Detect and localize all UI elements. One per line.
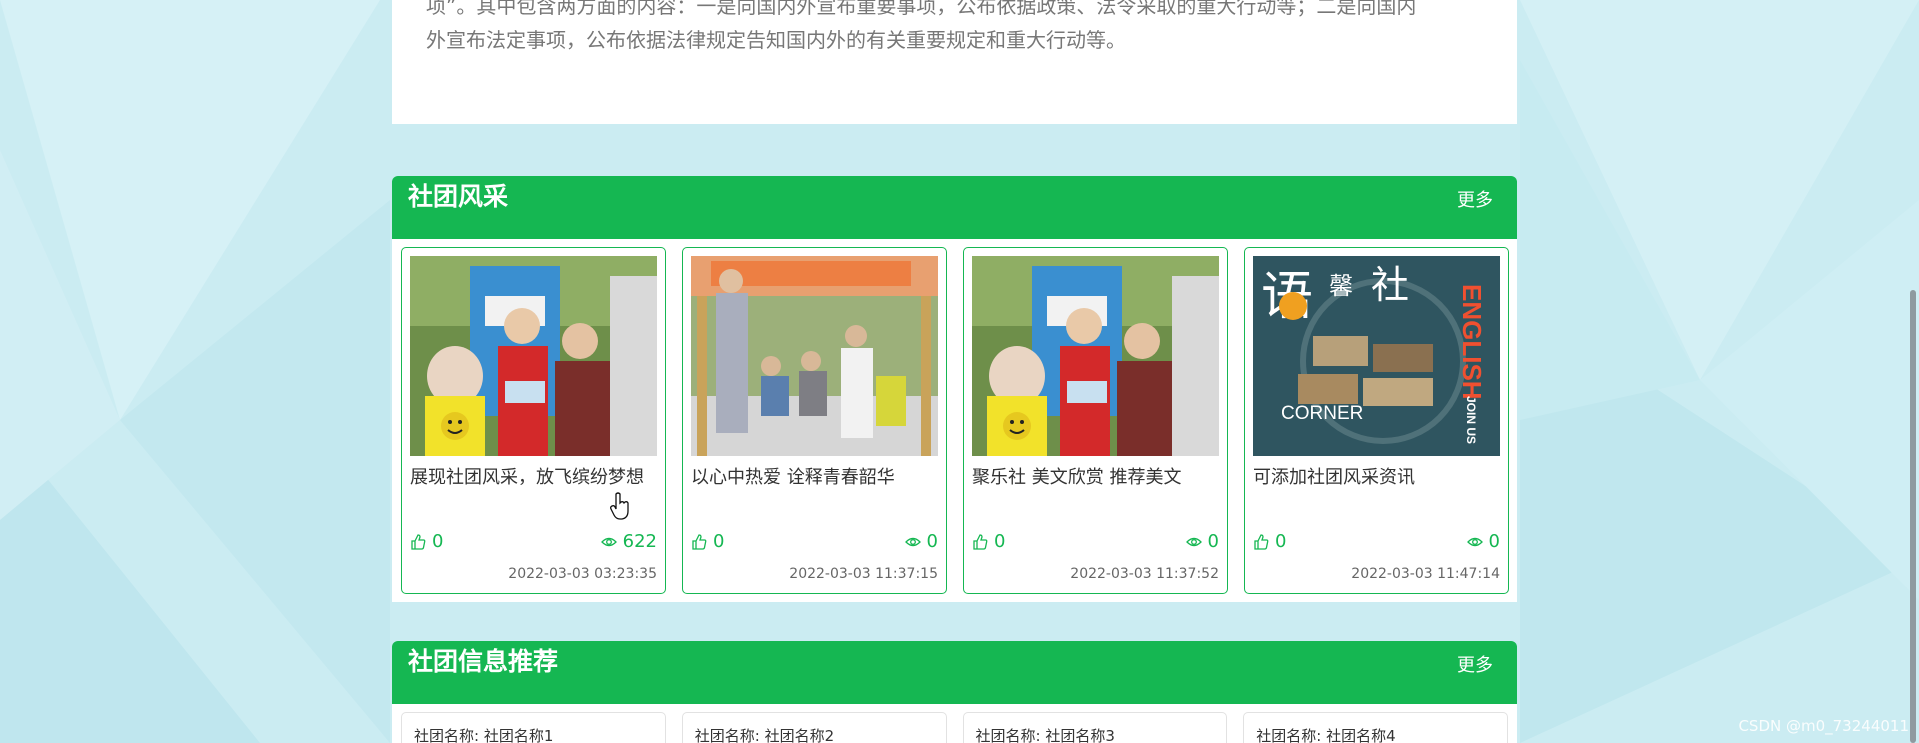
view-count: 622 xyxy=(600,530,657,554)
club-card[interactable]: 社团名称: 社团名称3 xyxy=(962,712,1228,743)
eye-icon xyxy=(1185,537,1202,547)
club-card[interactable]: 社团名称: 社团名称2 xyxy=(681,712,947,743)
thumbs-up-icon xyxy=(692,534,707,550)
news-card-title[interactable]: 可添加社团风采资讯 xyxy=(1253,466,1500,490)
like-count[interactable]: 0 xyxy=(1253,530,1286,554)
news-card-time: 2022-03-03 03:23:35 xyxy=(508,566,657,582)
like-count-value: 0 xyxy=(994,531,1006,552)
thumbs-up-icon xyxy=(1254,534,1269,550)
article-text: 项”。其中包含两方面的内容：一是向国内外宣布重要事项，公布依据政策、法令采取的重… xyxy=(426,0,1483,57)
eye-icon xyxy=(600,537,617,547)
poster-text: 社 xyxy=(1371,263,1409,307)
view-count-value: 0 xyxy=(1207,531,1219,552)
club-name: 社团名称: 社团名称4 xyxy=(1256,727,1396,743)
news-card[interactable]: 语 馨 社 ENGLISH CORNER JOIN US 可添加社团风采资讯 xyxy=(1244,247,1509,594)
poster-text: 馨 xyxy=(1329,272,1353,300)
news-card-stats: 0 0 xyxy=(972,530,1219,554)
view-count-value: 0 xyxy=(1488,531,1500,552)
news-card-time: 2022-03-03 11:47:14 xyxy=(1351,566,1500,582)
news-card-image[interactable] xyxy=(410,256,657,456)
club-recommend-cards: 社团名称: 社团名称1 社团名称: 社团名称2 社团名称: 社团名称3 社团名称… xyxy=(392,704,1517,743)
club-style-section: 社团风采 更多 展现社团风采，放飞缤纷梦想 0 622 2022-03-03 0… xyxy=(392,176,1517,602)
news-card-stats: 0 0 xyxy=(691,530,938,554)
club-recommend-section: 社团信息推荐 更多 社团名称: 社团名称1 社团名称: 社团名称2 社团名称: … xyxy=(392,641,1517,743)
news-card-image[interactable] xyxy=(972,256,1219,456)
section-title: 社团信息推荐 xyxy=(408,647,559,676)
thumbs-up-icon xyxy=(973,534,988,550)
news-card-image[interactable] xyxy=(691,256,938,456)
club-card[interactable]: 社团名称: 社团名称1 xyxy=(401,712,666,743)
eye-icon xyxy=(1466,537,1483,547)
main-content: 项”。其中包含两方面的内容：一是向国内外宣布重要事项，公布依据政策、法令采取的重… xyxy=(392,0,1517,743)
like-count[interactable]: 0 xyxy=(410,530,443,554)
news-card-time: 2022-03-03 11:37:15 xyxy=(789,566,938,582)
hand-cursor-icon xyxy=(610,492,629,520)
article-line: 外宣布法定事项，公布依据法律规定告知国内外的有关重要规定和重大行动等。 xyxy=(426,28,1126,52)
like-count-value: 0 xyxy=(432,531,444,552)
thumbs-up-icon xyxy=(411,534,426,550)
news-card-stats: 0 622 xyxy=(410,530,657,554)
club-name: 社团名称: 社团名称1 xyxy=(414,727,554,743)
like-count[interactable]: 0 xyxy=(972,530,1005,554)
scrollbar-thumb[interactable] xyxy=(1910,290,1916,743)
news-card-title[interactable]: 聚乐社 美文欣赏 推荐美文 xyxy=(972,466,1219,490)
article-panel: 项”。其中包含两方面的内容：一是向国内外宣布重要事项，公布依据政策、法令采取的重… xyxy=(392,0,1517,124)
eye-icon xyxy=(904,537,921,547)
more-link[interactable]: 更多 xyxy=(1457,188,1493,214)
news-card[interactable]: 聚乐社 美文欣赏 推荐美文 0 0 2022-03-03 11:37:52 xyxy=(963,247,1228,594)
club-name: 社团名称: 社团名称2 xyxy=(694,727,835,743)
club-recommend-header: 社团信息推荐 更多 xyxy=(392,641,1517,704)
like-count[interactable]: 0 xyxy=(691,530,724,554)
poster-text: CORNER xyxy=(1281,403,1363,424)
view-count-value: 622 xyxy=(622,531,657,552)
news-card-title[interactable]: 以心中热爱 诠释青春韶华 xyxy=(691,466,938,490)
article-line: 项”。其中包含两方面的内容：一是向国内外宣布重要事项，公布依据政策、法令采取的重… xyxy=(426,0,1417,18)
watermark: CSDN @m0_73244011 xyxy=(1738,717,1909,735)
view-count: 0 xyxy=(904,530,938,554)
view-count: 0 xyxy=(1466,530,1500,554)
news-card-image[interactable]: 语 馨 社 ENGLISH CORNER JOIN US xyxy=(1253,256,1500,456)
poster-text: ENGLISH xyxy=(1457,284,1487,400)
like-count-value: 0 xyxy=(713,531,725,552)
club-style-cards: 展现社团风采，放飞缤纷梦想 0 622 2022-03-03 03:23:35 xyxy=(392,239,1517,602)
news-card-stats: 0 0 xyxy=(1253,530,1500,554)
club-name: 社团名称: 社团名称3 xyxy=(975,727,1115,743)
like-count-value: 0 xyxy=(1275,531,1287,552)
news-card[interactable]: 展现社团风采，放飞缤纷梦想 0 622 2022-03-03 03:23:35 xyxy=(401,247,666,594)
scrollbar[interactable] xyxy=(1905,0,1919,743)
section-title: 社团风采 xyxy=(408,182,509,211)
news-card-title[interactable]: 展现社团风采，放飞缤纷梦想 xyxy=(410,466,657,490)
news-card[interactable]: 以心中热爱 诠释青春韶华 0 0 2022-03-03 11:37:15 xyxy=(682,247,947,594)
view-count: 0 xyxy=(1185,530,1219,554)
club-card[interactable]: 社团名称: 社团名称4 xyxy=(1243,712,1508,743)
view-count-value: 0 xyxy=(926,531,938,552)
club-style-header: 社团风采 更多 xyxy=(392,176,1517,239)
poster-text: JOIN US xyxy=(1464,396,1478,444)
news-card-time: 2022-03-03 11:37:52 xyxy=(1070,566,1219,582)
more-link[interactable]: 更多 xyxy=(1457,653,1493,679)
